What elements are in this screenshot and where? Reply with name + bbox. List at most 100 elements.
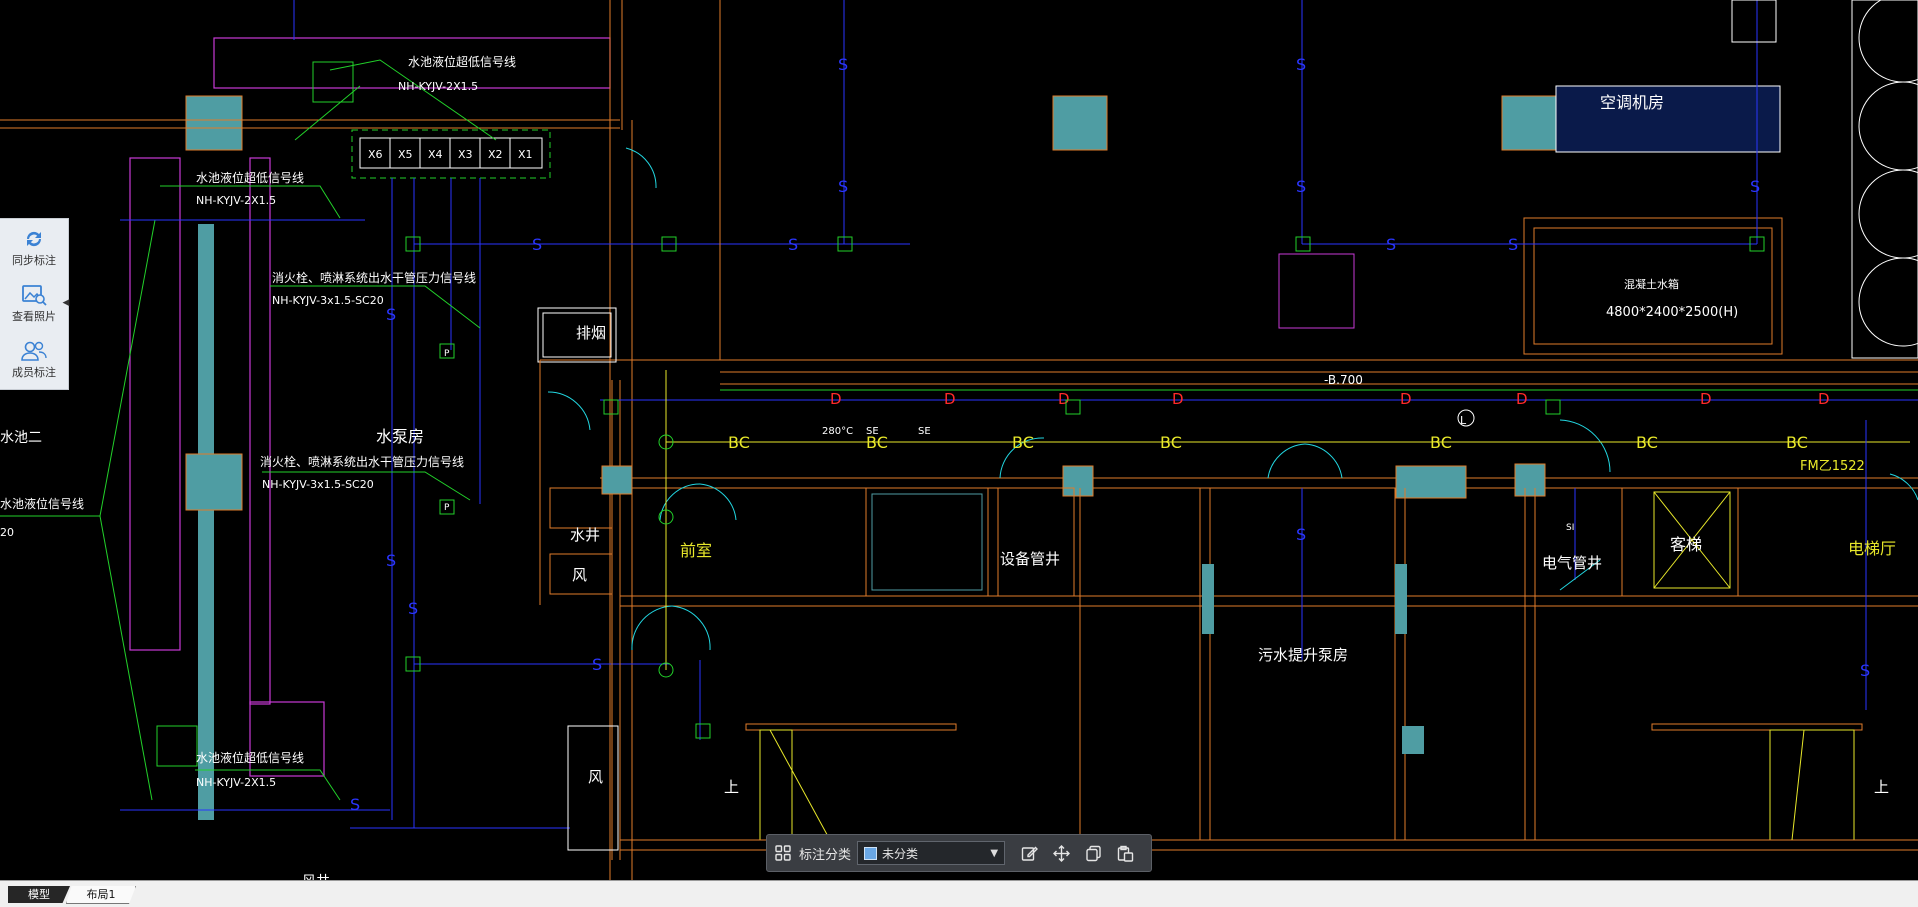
- paste-icon[interactable]: [1109, 835, 1141, 871]
- chevron-down-icon: ▼: [990, 847, 999, 859]
- s-marker: S: [408, 599, 418, 618]
- members-icon: [20, 338, 48, 364]
- tab-model[interactable]: 模型: [8, 886, 70, 903]
- edit-icon[interactable]: [1013, 835, 1045, 871]
- terminal-x2: X2: [488, 148, 503, 161]
- s-marker: S: [1386, 235, 1396, 254]
- bc-marker: BC: [1636, 433, 1658, 452]
- terminal-x6: X6: [368, 148, 383, 161]
- label-cable-spec-2: NH-KYJV-2X1.5: [196, 194, 276, 207]
- d-marker: D: [1058, 390, 1070, 408]
- terminal-x4: X4: [428, 148, 443, 161]
- left-cable-trays: [0, 0, 910, 880]
- label-pressure-signal-1: 消火栓、喷淋系统出水干管压力信号线: [272, 270, 476, 285]
- s-marker: S: [386, 551, 396, 570]
- label-pool-2: 水池二: [0, 430, 42, 446]
- bc-marker: BC: [1160, 433, 1182, 452]
- cad-drawing-canvas[interactable]: 水池液位超低信号线 NH-KYJV-2X1.5 水池液位超低信号线 NH-KYJ…: [0, 0, 1918, 880]
- s-marker: S: [1296, 55, 1306, 74]
- label-se-2: SE: [918, 426, 931, 437]
- terminal-x1: X1: [518, 148, 533, 161]
- label-up-1: 上: [724, 778, 739, 796]
- label-cable-spec-4: NH-KYJV-3x1.5-SC20: [262, 478, 374, 491]
- l-marker: L: [1460, 414, 1467, 427]
- s-marker: S: [1296, 525, 1306, 544]
- terminal-x5: X5: [398, 148, 413, 161]
- d-marker: D: [830, 390, 842, 408]
- category-select[interactable]: 未分类 ▼: [857, 841, 1006, 865]
- s-marker: S: [1508, 235, 1518, 254]
- terminal-x3: X3: [458, 148, 473, 161]
- collapse-arrow-icon[interactable]: ◀: [62, 295, 70, 311]
- label-front-room: 前室: [680, 541, 712, 560]
- member-annotation-button[interactable]: 成员标注: [0, 331, 68, 387]
- label-water-level-signal-3: 水池液位信号线: [0, 496, 84, 511]
- move-icon[interactable]: [1045, 835, 1077, 871]
- label-elevation: -B.700: [1324, 373, 1363, 387]
- label-pressure-signal-2: 消火栓、喷淋系统出水干管压力信号线: [260, 454, 464, 469]
- d-marker: D: [1818, 390, 1830, 408]
- photo-search-icon: [20, 282, 48, 308]
- d-marker: D: [944, 390, 956, 408]
- label-elevator-hall: 电梯厅: [1848, 539, 1896, 558]
- label-sewage-pump-room: 污水提升泵房: [1258, 646, 1348, 664]
- d-marker: D: [1172, 390, 1184, 408]
- d-marker: D: [1516, 390, 1528, 408]
- s-marker: S: [838, 55, 848, 74]
- annotation-side-panel: 同步标注 查看照片 成员标注 ◀: [0, 218, 69, 390]
- bc-marker: BC: [728, 433, 750, 452]
- label-equipment-shaft: 设备管井: [1000, 550, 1060, 568]
- label-cable-spec-1: NH-KYJV-2X1.5: [398, 80, 478, 93]
- p-marker: P: [444, 503, 450, 513]
- bc-marker: BC: [1786, 433, 1808, 452]
- label-sc20-fragment: 20: [0, 526, 14, 539]
- d-marker: D: [1700, 390, 1712, 408]
- category-value: 未分类: [882, 846, 919, 861]
- s-marker: S: [788, 235, 798, 254]
- s-marker: S: [838, 177, 848, 196]
- bc-marker: BC: [1012, 433, 1034, 452]
- sync-annotation-button[interactable]: 同步标注: [0, 219, 68, 275]
- middle-architecture: [537, 0, 1918, 860]
- sync-icon: [20, 226, 48, 252]
- bc-marker: BC: [1430, 433, 1452, 452]
- tab-layout1[interactable]: 布局1: [66, 886, 136, 904]
- label-water-well: 水井: [570, 526, 600, 544]
- label-cable-spec-5: NH-KYJV-2X1.5: [196, 776, 276, 789]
- label-water-level-signal-1: 水池液位超低信号线: [408, 54, 516, 69]
- label-water-level-signal-2: 水池液位超低信号线: [196, 170, 304, 185]
- s-marker: S: [1860, 661, 1870, 680]
- category-label: 标注分类: [799, 847, 852, 863]
- label-electric-shaft: 电气管井: [1542, 554, 1602, 572]
- s-marker: S: [532, 235, 542, 254]
- si-marker: SI: [1566, 523, 1574, 533]
- label-cable-spec-3: NH-KYJV-3x1.5-SC20: [272, 294, 384, 307]
- s-marker: S: [1296, 177, 1306, 196]
- grid-menu-icon[interactable]: [767, 835, 799, 871]
- s-marker: S: [592, 655, 602, 674]
- drawing-labels: 水池液位超低信号线 NH-KYJV-2X1.5 水池液位超低信号线 NH-KYJ…: [0, 54, 1896, 880]
- label-wind-2: 风: [588, 768, 603, 786]
- member-annotation-label: 成员标注: [12, 366, 56, 379]
- s-marker: S: [1750, 177, 1760, 196]
- sync-annotation-label: 同步标注: [12, 254, 56, 267]
- floor-plan-drawing: 水池液位超低信号线 NH-KYJV-2X1.5 水池液位超低信号线 NH-KYJ…: [0, 0, 1918, 880]
- label-water-level-signal-4: 水池液位超低信号线: [196, 750, 304, 765]
- s-marker: S: [386, 305, 396, 324]
- layout-tab-bar: 模型 布局1: [0, 880, 1918, 907]
- label-pump-room: 水泵房: [376, 427, 424, 446]
- bc-marker: BC: [866, 433, 888, 452]
- label-temp-280: 280°C: [822, 426, 853, 437]
- view-photo-label: 查看照片: [12, 310, 56, 323]
- d-marker: D: [1400, 390, 1412, 408]
- label-elevator: 客梯: [1670, 535, 1702, 554]
- label-concrete-tank: 混凝土水箱: [1624, 277, 1679, 291]
- copy-icon[interactable]: [1077, 835, 1109, 871]
- category-color-swatch: [864, 846, 878, 860]
- label-exhaust: 排烟: [576, 324, 606, 342]
- view-photo-button[interactable]: 查看照片: [0, 275, 68, 331]
- label-wind-1: 风: [572, 566, 587, 584]
- label-up-2: 上: [1874, 778, 1889, 796]
- annotation-toolbar: 标注分类 未分类 ▼: [766, 834, 1152, 872]
- label-fire-door: FM乙1522: [1800, 459, 1865, 474]
